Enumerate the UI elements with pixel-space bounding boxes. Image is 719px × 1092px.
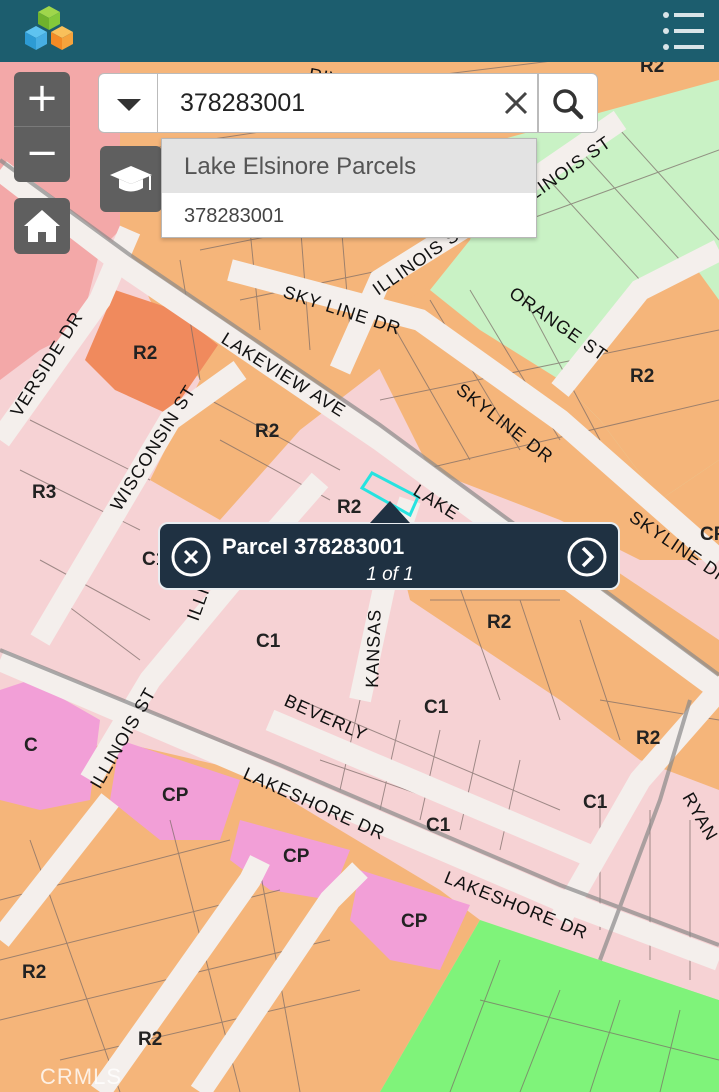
zone-label: R2 bbox=[22, 962, 46, 983]
zone-label: R2 bbox=[337, 497, 361, 518]
home-button[interactable] bbox=[14, 198, 70, 254]
clear-search-button[interactable] bbox=[498, 85, 534, 121]
zone-label: CP bbox=[401, 911, 428, 932]
suggestion-item[interactable]: 378283001 bbox=[162, 193, 536, 237]
zone-label: C1 bbox=[424, 697, 449, 718]
chevron-right-circle-icon[interactable] bbox=[566, 536, 608, 578]
zone-label: CP bbox=[162, 785, 189, 806]
zoom-out-button[interactable]: − bbox=[14, 127, 70, 182]
cube-stack-icon[interactable] bbox=[22, 4, 76, 58]
zone-label: R2 bbox=[133, 343, 157, 364]
zone-label: CP bbox=[283, 846, 310, 867]
street-label: KANSAS bbox=[362, 608, 385, 688]
search-source-dropdown[interactable] bbox=[98, 73, 158, 133]
parcel-popup: Parcel 378283001 1 of 1 bbox=[158, 522, 620, 590]
zone-label: CP bbox=[700, 524, 719, 545]
caret-down-icon bbox=[117, 99, 141, 111]
watermark: CRMLS bbox=[40, 1064, 123, 1089]
zone-label: R2 bbox=[636, 728, 660, 749]
graduation-cap-icon bbox=[110, 166, 152, 192]
popup-pointer bbox=[370, 501, 410, 523]
zone-label: R2 bbox=[630, 366, 654, 387]
home-icon bbox=[24, 210, 60, 242]
search-input[interactable]: 378283001 bbox=[158, 73, 538, 133]
search-button[interactable] bbox=[538, 73, 598, 133]
learn-button[interactable] bbox=[100, 146, 162, 212]
zone-label: C bbox=[24, 735, 38, 756]
zoom-in-button[interactable]: + bbox=[14, 72, 70, 127]
app-header bbox=[0, 0, 719, 62]
zone-label: C1 bbox=[256, 631, 281, 652]
zone-label: R2 bbox=[138, 1029, 162, 1050]
search-icon bbox=[553, 89, 584, 120]
zone-label: R2 bbox=[640, 62, 664, 77]
zone-label: R2 bbox=[255, 421, 279, 442]
close-icon bbox=[504, 91, 528, 115]
list-menu-icon[interactable] bbox=[658, 6, 708, 56]
search-bar: 378283001 bbox=[98, 73, 598, 133]
popup-feature-count: 1 of 1 bbox=[366, 564, 414, 585]
popup-title: Parcel 378283001 bbox=[222, 534, 405, 559]
zone-label: C1 bbox=[583, 792, 608, 813]
zone-label: R3 bbox=[32, 482, 56, 503]
search-suggestions: Lake Elsinore Parcels 378283001 bbox=[161, 138, 537, 238]
zone-label: C1 bbox=[426, 815, 451, 836]
zone-label: R2 bbox=[487, 612, 511, 633]
suggestion-group-header: Lake Elsinore Parcels bbox=[162, 139, 536, 193]
zoom-control: + − bbox=[14, 72, 70, 182]
